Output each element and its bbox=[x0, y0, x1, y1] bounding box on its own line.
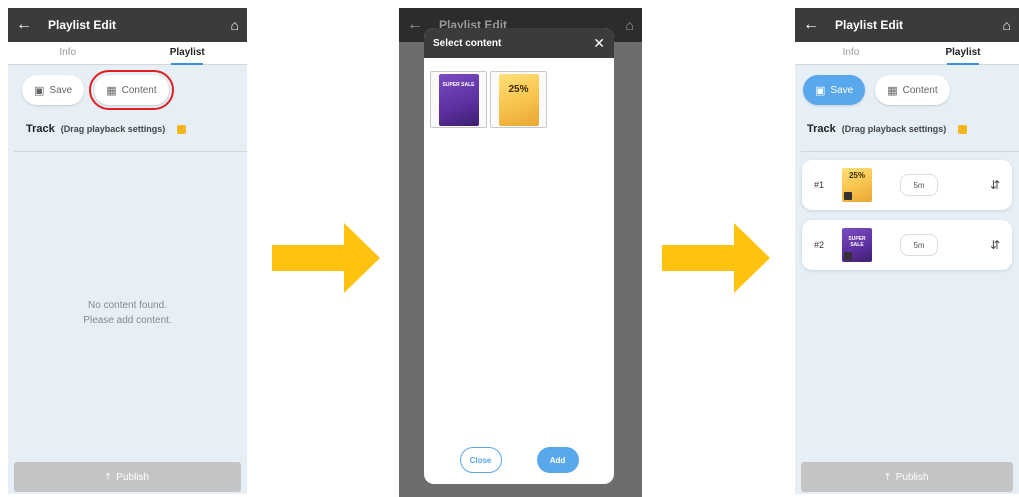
home-icon[interactable]: ⌂ bbox=[231, 17, 239, 33]
content-item-flash-sale[interactable]: 25% bbox=[490, 71, 547, 128]
publish-button[interactable]: ⤒ Publish bbox=[801, 462, 1013, 492]
content-button[interactable]: ▦ Content bbox=[89, 70, 174, 110]
track-hint: (Drag playback settings) bbox=[841, 124, 947, 134]
track-header: Track (Drag playback settings) bbox=[795, 105, 1019, 135]
tutorial-stage: ← Playlist Edit ⌂ Info Playlist ▣ Save ▦… bbox=[0, 0, 1019, 497]
thumb-text: SUPER SALE bbox=[442, 81, 475, 88]
thumb-text: SUPER SALE bbox=[848, 236, 866, 248]
track-thumbnail: 25% bbox=[842, 168, 872, 202]
dialog-header: Select content ✕ bbox=[424, 28, 614, 58]
page-title: Playlist Edit bbox=[48, 18, 117, 32]
back-arrow-icon[interactable]: ← bbox=[803, 16, 827, 34]
back-arrow-icon[interactable]: ← bbox=[16, 16, 40, 34]
action-row: ▣ Save ▦ Content bbox=[8, 65, 247, 110]
close-icon[interactable]: ✕ bbox=[593, 35, 605, 52]
select-content-dialog: Select content ✕ SUPER SALE 25% Close Ad… bbox=[424, 28, 614, 484]
publish-label: Publish bbox=[116, 471, 150, 483]
thumb-text: 25% bbox=[848, 171, 865, 180]
content-thumbnail: SUPER SALE bbox=[438, 73, 479, 126]
content-label: Content bbox=[902, 84, 938, 96]
empty-line-2: Please add content. bbox=[83, 315, 172, 326]
add-content-icon: ▦ bbox=[887, 84, 898, 97]
app-bar: ← Playlist Edit ⌂ bbox=[8, 8, 247, 42]
tab-bar: Info Playlist bbox=[795, 42, 1019, 65]
action-row: ▣ Save ▦ Content bbox=[795, 65, 1019, 105]
lock-icon bbox=[844, 192, 852, 200]
app-bar: ← Playlist Edit ⌂ bbox=[795, 8, 1019, 42]
thumb-text: 25% bbox=[508, 83, 529, 95]
help-icon[interactable] bbox=[958, 124, 968, 134]
add-button[interactable]: Add bbox=[536, 447, 579, 473]
sort-icon[interactable]: ⇵ bbox=[990, 238, 1000, 252]
lock-icon bbox=[844, 252, 852, 260]
publish-label: Publish bbox=[895, 471, 929, 483]
track-title: Track bbox=[807, 123, 836, 135]
floppy-icon: ▣ bbox=[815, 84, 826, 97]
duration-field[interactable]: 5m bbox=[900, 174, 938, 196]
close-button[interactable]: Close bbox=[459, 447, 502, 473]
save-button[interactable]: ▣ Save bbox=[803, 75, 866, 105]
content-thumbnail: 25% bbox=[498, 73, 539, 126]
home-icon: ⌂ bbox=[625, 17, 634, 33]
divider bbox=[801, 151, 1019, 152]
sort-icon[interactable]: ⇵ bbox=[990, 178, 1000, 192]
floppy-icon: ▣ bbox=[34, 84, 45, 97]
screen-empty-playlist: ← Playlist Edit ⌂ Info Playlist ▣ Save ▦… bbox=[8, 8, 247, 494]
right-arrow-icon bbox=[662, 223, 770, 293]
screen-select-content: ← Playlist Edit ⌂ Select content ✕ SUPER… bbox=[399, 8, 642, 497]
track-title: Track bbox=[26, 123, 55, 135]
save-label: Save bbox=[830, 84, 854, 96]
tab-info[interactable]: Info bbox=[795, 42, 907, 64]
track-number: #1 bbox=[814, 180, 825, 190]
save-button[interactable]: ▣ Save bbox=[22, 75, 85, 105]
track-hint: (Drag playback settings) bbox=[60, 124, 166, 134]
dialog-footer: Close Add bbox=[424, 447, 614, 473]
right-arrow-icon bbox=[272, 223, 380, 293]
content-button[interactable]: ▦ Content bbox=[875, 75, 950, 105]
tab-playlist[interactable]: Playlist bbox=[128, 42, 248, 65]
track-card[interactable]: #1 25% 5m ⇵ bbox=[802, 160, 1012, 210]
publish-button[interactable]: ⤒ Publish bbox=[14, 462, 241, 492]
save-label: Save bbox=[49, 84, 73, 96]
content-label: Content bbox=[121, 84, 157, 96]
divider bbox=[14, 151, 247, 152]
tab-info[interactable]: Info bbox=[8, 42, 128, 64]
empty-state: No content found. Please add content. bbox=[8, 298, 247, 328]
dialog-title: Select content bbox=[433, 37, 502, 49]
track-header: Track (Drag playback settings) bbox=[8, 105, 247, 135]
help-icon[interactable] bbox=[177, 124, 187, 134]
track-card[interactable]: #2 SUPER SALE 5m ⇵ bbox=[802, 220, 1012, 270]
home-icon[interactable]: ⌂ bbox=[1003, 17, 1011, 33]
track-thumbnail: SUPER SALE bbox=[842, 228, 872, 262]
upload-icon: ⤒ bbox=[105, 471, 111, 483]
track-number: #2 bbox=[814, 240, 825, 250]
upload-icon: ⤒ bbox=[885, 471, 890, 483]
screen-filled-playlist: ← Playlist Edit ⌂ Info Playlist ▣ Save ▦… bbox=[795, 8, 1019, 494]
tab-bar: Info Playlist bbox=[8, 42, 247, 65]
page-title: Playlist Edit bbox=[835, 18, 904, 32]
tab-playlist[interactable]: Playlist bbox=[907, 42, 1019, 65]
duration-field[interactable]: 5m bbox=[900, 234, 938, 256]
add-content-icon: ▦ bbox=[106, 84, 117, 97]
empty-line-1: No content found. bbox=[88, 300, 167, 311]
content-item-super-sale[interactable]: SUPER SALE bbox=[430, 71, 487, 128]
content-grid: SUPER SALE 25% bbox=[424, 58, 614, 141]
